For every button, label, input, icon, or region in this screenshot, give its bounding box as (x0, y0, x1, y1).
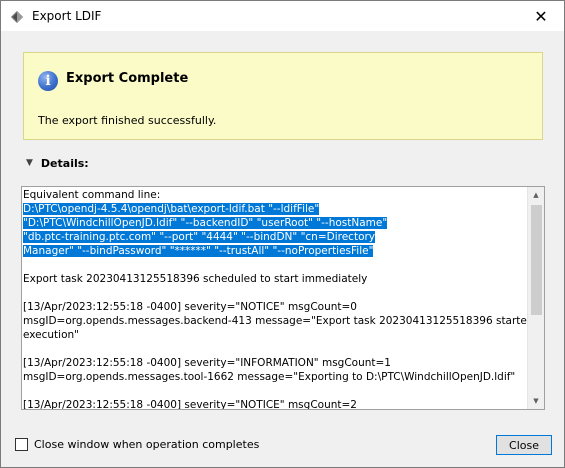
log-line: [13/Apr/2023:12:55:18 -0400] severity="N… (23, 399, 357, 410)
log-selected-line: "db.ptc-training.ptc.com" "--port" "4444… (23, 230, 526, 244)
log-line: execution" (23, 329, 79, 341)
scroll-down-arrow-icon[interactable]: ▼ (528, 393, 544, 409)
details-log[interactable]: Equivalent command line: D:\PTC\opendj-4… (21, 186, 545, 410)
selected-text: "db.ptc-training.ptc.com" "--port" "4444… (23, 231, 376, 243)
message-panel: i Export Complete The export finished su… (23, 52, 543, 140)
log-header: Equivalent command line: (23, 189, 161, 201)
checkbox-label: Close window when operation completes (34, 438, 260, 451)
details-label: Details: (40, 156, 89, 170)
scrollbar-thumb[interactable] (531, 205, 542, 315)
log-line: msgID=org.opends.messages.backend-413 me… (23, 315, 534, 327)
title-bar: Export LDIF ✕ (1, 1, 564, 31)
message-body: The export finished successfully. (38, 114, 217, 127)
selected-text: Manager" "--bindPassword" "******" "--tr… (23, 245, 374, 257)
close-when-complete-option[interactable]: Close window when operation completes (15, 438, 259, 451)
log-line: [13/Apr/2023:12:55:18 -0400] severity="N… (23, 301, 357, 313)
scroll-up-arrow-icon[interactable]: ▲ (528, 187, 544, 203)
vertical-scrollbar[interactable]: ▲ ▼ (527, 187, 544, 409)
log-selected-line: Manager" "--bindPassword" "******" "--tr… (23, 244, 526, 258)
close-icon[interactable]: ✕ (518, 1, 564, 31)
log-line: msgID=org.opends.messages.tool-1662 mess… (23, 371, 516, 383)
log-selected-line: D:\PTC\opendj-4.5.4\opendj\bat\export-ld… (23, 202, 526, 216)
selected-text: D:\PTC\opendj-4.5.4\opendj\bat\export-ld… (23, 203, 320, 215)
selected-text: "D:\PTC\WindchillOpenJD.ldif" "--backend… (23, 217, 388, 229)
message-heading: Export Complete (66, 71, 189, 86)
close-button[interactable]: Close (496, 435, 552, 455)
app-icon (11, 11, 23, 23)
details-toggle[interactable]: ▼ Details: (26, 156, 89, 170)
log-selected-line: "D:\PTC\WindchillOpenJD.ldif" "--backend… (23, 216, 526, 230)
close-when-complete-checkbox[interactable] (15, 438, 28, 451)
log-line: [13/Apr/2023:12:55:18 -0400] severity="I… (23, 357, 391, 369)
log-content[interactable]: Equivalent command line: D:\PTC\opendj-4… (23, 188, 534, 410)
chevron-down-icon: ▼ (26, 158, 33, 168)
log-line: Export task 20230413125518396 scheduled … (23, 273, 368, 285)
window-title: Export LDIF (32, 9, 102, 23)
export-ldif-dialog: Export LDIF ✕ i Export Complete The expo… (0, 0, 565, 468)
info-icon: i (38, 71, 58, 91)
